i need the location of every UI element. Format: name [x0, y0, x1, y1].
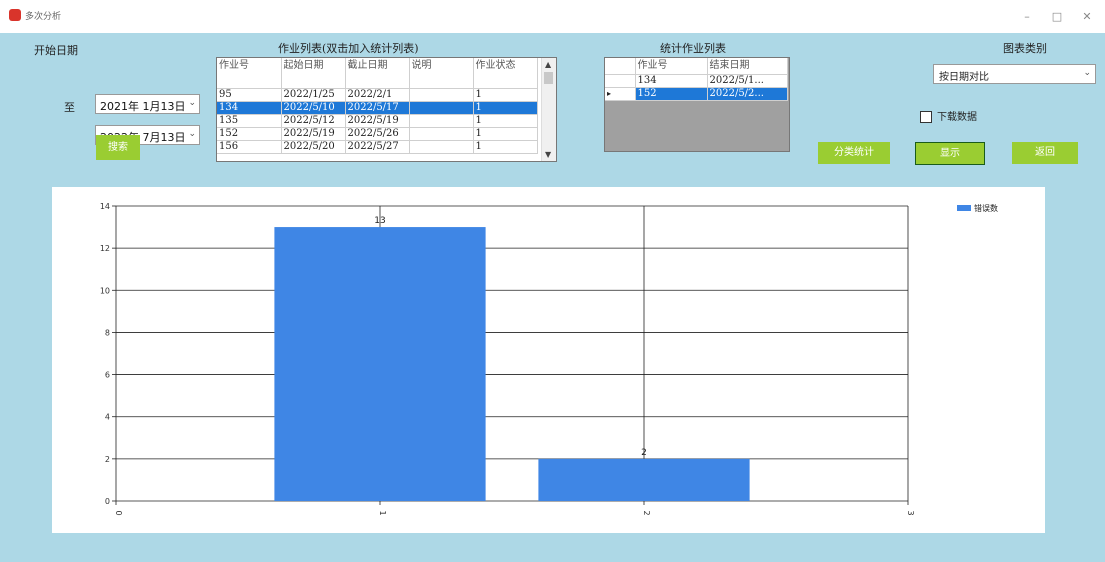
bar [538, 458, 750, 501]
table-cell [409, 88, 474, 102]
chevron-down-icon: ⌄ [188, 129, 196, 139]
table-cell: 152 [217, 127, 282, 141]
bar-chart: 024681012140 1 2 3132错误数 [100, 202, 998, 516]
row-header[interactable]: ▸ [605, 87, 636, 101]
to-label: 至 [64, 101, 75, 114]
table-cell: 2022/5/20 [281, 140, 346, 154]
col-description[interactable]: 说明 [409, 58, 474, 89]
x-tick-label: 3 [906, 510, 915, 515]
job-list-title: 作业列表(双击加入统计列表) [278, 42, 419, 55]
job-list-grid[interactable]: 作业号 起始日期 截止日期 说明 作业状态 95 2022/1/25 2022/2/… [216, 57, 557, 162]
minimize-button[interactable]: – [1012, 6, 1042, 28]
table-cell [409, 127, 474, 141]
table-cell: 135 [217, 114, 282, 128]
scroll-thumb[interactable] [544, 72, 553, 84]
table-row[interactable]: ▸ 152 2022/5/2... [605, 87, 788, 101]
col-job-id[interactable]: 作业号 [217, 58, 282, 89]
stat-list-grid[interactable]: 作业号 结束日期 134 2022/5/1... ▸ 152 2022/5/2... [604, 57, 790, 152]
window-title: 多次分析 [25, 12, 62, 22]
maximize-button[interactable]: □ [1042, 6, 1072, 28]
table-cell [409, 140, 474, 154]
table-cell: 2022/5/19 [345, 114, 410, 128]
download-data-label: 下载数据 [937, 112, 977, 123]
table-cell: 1 [473, 88, 538, 102]
y-tick-label: 12 [100, 244, 110, 253]
table-cell: 152 [635, 87, 708, 101]
bar-data-label: 13 [374, 216, 385, 226]
y-tick-label: 4 [105, 413, 110, 422]
table-cell: 95 [217, 88, 282, 102]
table-row[interactable]: 152 2022/5/19 2022/5/26 1 [217, 127, 538, 141]
y-tick-label: 8 [105, 328, 110, 337]
row-header[interactable] [605, 74, 636, 88]
chart-type-title: 图表类别 [1003, 42, 1047, 55]
col-end-date[interactable]: 截止日期 [345, 58, 410, 89]
table-cell: 2022/5/1... [707, 74, 788, 88]
table-cell [409, 101, 474, 115]
table-cell [409, 114, 474, 128]
back-button[interactable]: 返回 [1012, 142, 1078, 164]
table-cell: 1 [473, 127, 538, 141]
table-cell: 134 [635, 74, 708, 88]
start-date-picker[interactable]: 2021年 1月13日 ⌄ [95, 94, 200, 114]
col-start-date[interactable]: 起始日期 [281, 58, 346, 89]
chart-type-value: 按日期对比 [939, 72, 989, 83]
y-tick-label: 0 [105, 497, 110, 506]
legend-swatch [957, 205, 971, 211]
app-icon [9, 9, 21, 21]
start-date-value: 2021年 1月13日 [100, 100, 186, 113]
col-stat-end-date[interactable]: 结束日期 [707, 58, 788, 75]
title-bar: 多次分析 – □ ✕ [0, 0, 1105, 33]
stat-list-title: 统计作业列表 [660, 42, 726, 55]
col-status[interactable]: 作业状态 [473, 58, 538, 89]
col-stat-job-id[interactable]: 作业号 [635, 58, 708, 75]
table-cell: 1 [473, 140, 538, 154]
chevron-down-icon[interactable]: ▼ [545, 150, 551, 159]
table-cell: 156 [217, 140, 282, 154]
chevron-up-icon[interactable]: ▲ [545, 60, 551, 69]
legend-label: 错误数 [974, 203, 998, 213]
table-cell: 2022/5/2... [707, 87, 788, 101]
table-row[interactable]: 95 2022/1/25 2022/2/1 1 [217, 88, 538, 102]
y-tick-label: 2 [105, 455, 110, 464]
table-cell: 2022/5/19 [281, 127, 346, 141]
table-cell: 2022/5/10 [281, 101, 346, 115]
table-cell: 1 [473, 101, 538, 115]
display-button[interactable]: 显示 [915, 142, 985, 165]
download-data-checkbox[interactable] [920, 111, 932, 123]
table-row[interactable]: 134 2022/5/1... [605, 74, 788, 88]
table-cell: 134 [217, 101, 282, 115]
table-row[interactable]: 156 2022/5/20 2022/5/27 1 [217, 140, 538, 154]
row-header-col [605, 58, 636, 75]
chart-area: 0 2 4 6 8 10 12 14 0 1 2 3 13 2 错误数 [52, 187, 1045, 533]
job-list-table: 作业号 起始日期 截止日期 说明 作业状态 95 2022/1/25 2022/2/… [217, 58, 538, 154]
table-cell: 2022/5/27 [345, 140, 410, 154]
y-tick-label: 6 [105, 371, 110, 380]
x-tick-label: 2 [642, 510, 651, 515]
table-cell: 2022/5/26 [345, 127, 410, 141]
table-row[interactable]: 135 2022/5/12 2022/5/19 1 [217, 114, 538, 128]
close-button[interactable]: ✕ [1072, 6, 1102, 28]
table-row[interactable]: 134 2022/5/10 2022/5/17 1 [217, 101, 538, 115]
category-stats-button[interactable]: 分类统计 [818, 142, 890, 164]
chart-type-select[interactable]: 按日期对比 ⌄ [933, 64, 1096, 84]
table-cell: 2022/2/1 [345, 88, 410, 102]
y-tick-label: 14 [100, 202, 110, 211]
x-tick-label: 1 [378, 510, 387, 515]
search-button[interactable]: 搜索 [96, 135, 140, 160]
chevron-down-icon: ⌄ [188, 98, 196, 108]
start-date-label: 开始日期 [34, 44, 78, 57]
table-cell: 1 [473, 114, 538, 128]
table-cell: 2022/5/17 [345, 101, 410, 115]
job-list-scrollbar[interactable]: ▲ ▼ [541, 58, 556, 161]
table-cell: 2022/1/25 [281, 88, 346, 102]
x-tick-label: 0 [114, 510, 123, 515]
chevron-down-icon: ⌄ [1083, 68, 1091, 78]
y-tick-label: 10 [100, 286, 110, 295]
bar [274, 227, 486, 502]
table-cell: 2022/5/12 [281, 114, 346, 128]
bar-data-label: 2 [641, 448, 647, 458]
stat-list-table: 作业号 结束日期 134 2022/5/1... ▸ 152 2022/5/2... [605, 58, 788, 101]
